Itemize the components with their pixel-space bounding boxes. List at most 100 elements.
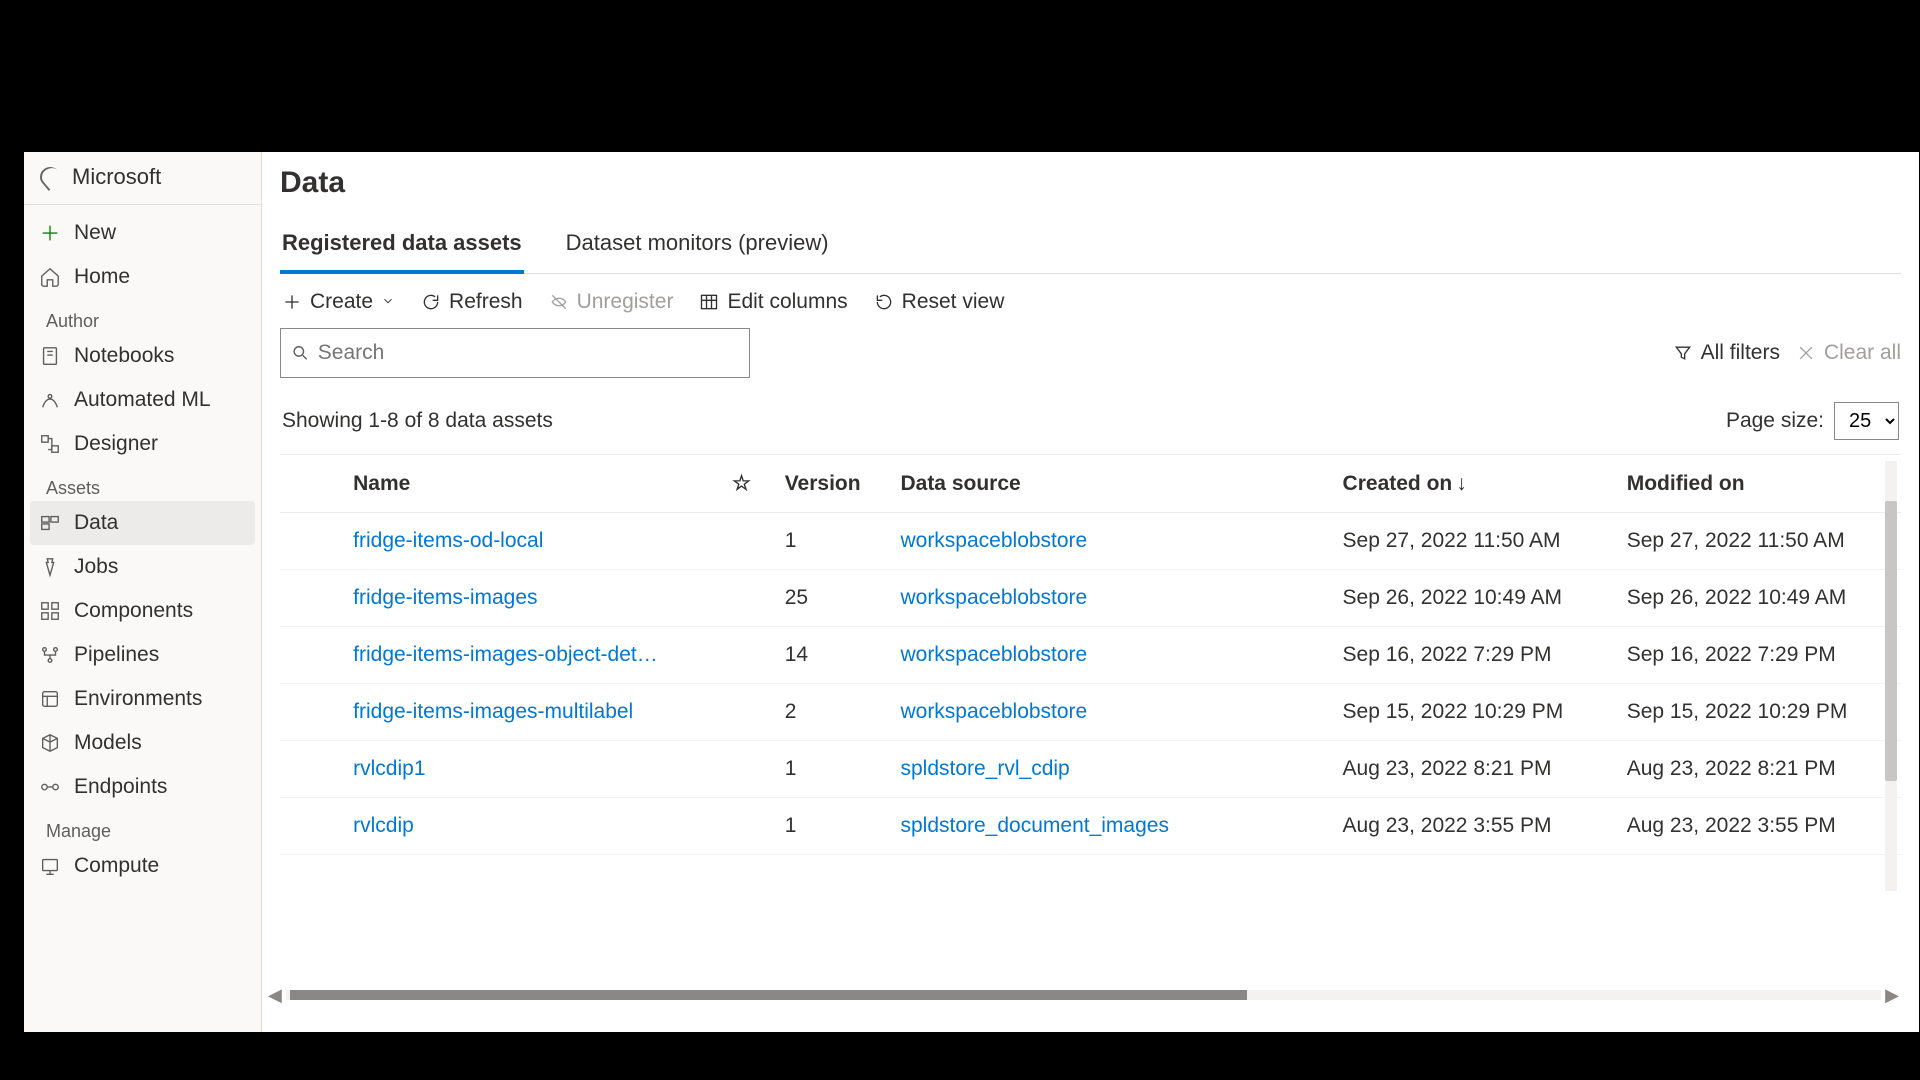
create-button[interactable]: Create (282, 290, 395, 314)
nav-compute[interactable]: Compute (24, 844, 261, 888)
asset-modified: Sep 15, 2022 10:29 PM (1617, 684, 1901, 741)
table-header-row: Name ☆ Version Data source Created on↓ M… (280, 455, 1901, 513)
results-summary: Showing 1-8 of 8 data assets (282, 409, 553, 433)
horizontal-scrollbar[interactable]: ◀ ▶ (268, 988, 1899, 1002)
asset-modified: Sep 16, 2022 7:29 PM (1617, 627, 1901, 684)
table-row[interactable]: rvlcdip 1 spldstore_document_images Aug 23,… (280, 798, 1901, 855)
col-name[interactable]: Name (343, 455, 722, 513)
table-row[interactable]: fridge-items-images 25 workspaceblobstore S… (280, 570, 1901, 627)
close-icon (1796, 343, 1816, 363)
asset-created: Aug 23, 2022 3:55 PM (1333, 798, 1617, 855)
refresh-button[interactable]: Refresh (421, 290, 523, 314)
models-icon (38, 732, 62, 754)
plus-icon (38, 222, 62, 244)
asset-created: Aug 23, 2022 8:21 PM (1333, 741, 1617, 798)
col-data-source[interactable]: Data source (890, 455, 1332, 513)
data-icon (38, 512, 62, 534)
page-size-label: Page size: (1726, 409, 1824, 433)
all-filters-button[interactable]: All filters (1673, 341, 1780, 365)
data-source-link[interactable]: workspaceblobstore (900, 700, 1087, 723)
search-box[interactable] (280, 328, 750, 378)
search-input[interactable] (318, 341, 739, 365)
chevron-down-icon (381, 290, 395, 314)
asset-created: Sep 15, 2022 10:29 PM (1333, 684, 1617, 741)
asset-name-link[interactable]: fridge-items-images-object-det… (353, 643, 658, 666)
section-assets: Assets (24, 466, 261, 501)
nav-data[interactable]: Data (30, 501, 255, 545)
section-manage: Manage (24, 809, 261, 844)
nav-environments[interactable]: Environments (24, 677, 261, 721)
table-row[interactable]: fridge-items-images-multilabel 2 workspace… (280, 684, 1901, 741)
tab-dataset-monitors[interactable]: Dataset monitors (preview) (564, 218, 831, 273)
nav-endpoints[interactable]: Endpoints (24, 765, 261, 809)
scroll-left-icon: ◀ (268, 985, 282, 1006)
home-icon (38, 266, 62, 288)
jobs-icon (38, 556, 62, 578)
automl-icon (38, 389, 62, 411)
clear-all-button[interactable]: Clear all (1796, 341, 1901, 365)
nav-automl[interactable]: Automated ML (24, 378, 261, 422)
vertical-scrollbar[interactable] (1885, 461, 1897, 891)
nav-home[interactable]: Home (24, 255, 261, 299)
filter-icon (1673, 343, 1693, 363)
data-source-link[interactable]: spldstore_document_images (900, 814, 1169, 837)
asset-version: 14 (775, 627, 891, 684)
table-row[interactable]: fridge-items-images-object-det… 14 workspa… (280, 627, 1901, 684)
asset-version: 2 (775, 684, 891, 741)
asset-name-link[interactable]: fridge-items-images-multilabel (353, 700, 633, 723)
col-modified-on[interactable]: Modified on (1617, 455, 1901, 513)
search-icon (291, 343, 310, 363)
data-source-link[interactable]: workspaceblobstore (900, 643, 1087, 666)
col-created-on[interactable]: Created on↓ (1333, 455, 1617, 513)
nav-pipelines[interactable]: Pipelines (24, 633, 261, 677)
asset-name-link[interactable]: rvlcdip (353, 814, 414, 837)
workspace-name: Microsoft (72, 164, 161, 190)
table-row[interactable]: rvlcdip11spldstore_rvl_cdipAug 23, 2022 … (280, 741, 1901, 798)
refresh-icon (421, 292, 441, 312)
asset-created: Sep 16, 2022 7:29 PM (1333, 627, 1617, 684)
star-icon: ☆ (732, 472, 751, 495)
asset-modified: Sep 26, 2022 10:49 AM (1617, 570, 1901, 627)
page-title: Data (280, 166, 1901, 200)
asset-created: Sep 26, 2022 10:49 AM (1333, 570, 1617, 627)
asset-modified: Sep 27, 2022 11:50 AM (1617, 513, 1901, 570)
asset-version: 25 (775, 570, 891, 627)
page-size-select[interactable]: 25 (1834, 402, 1899, 440)
sidebar: Microsoft New Home Author Notebooks Auto… (24, 152, 262, 1032)
asset-version: 1 (775, 513, 891, 570)
main-content: Data Registered data assets Dataset moni… (262, 152, 1919, 1032)
notebook-icon (38, 345, 62, 367)
asset-version: 1 (775, 798, 891, 855)
asset-name-link[interactable]: fridge-items-images (353, 586, 537, 609)
tab-registered-data-assets[interactable]: Registered data assets (280, 218, 524, 274)
col-version[interactable]: Version (775, 455, 891, 513)
plus-icon (282, 292, 302, 312)
nav-models[interactable]: Models (24, 721, 261, 765)
nav-notebooks[interactable]: Notebooks (24, 334, 261, 378)
nav-designer[interactable]: Designer (24, 422, 261, 466)
endpoints-icon (38, 776, 62, 798)
workspace-switcher[interactable]: Microsoft (24, 154, 261, 204)
col-favorite[interactable]: ☆ (722, 455, 775, 513)
data-source-link[interactable]: spldstore_rvl_cdip (900, 757, 1069, 780)
data-source-link[interactable]: workspaceblobstore (900, 586, 1087, 609)
asset-name-link[interactable]: fridge-items-od-local (353, 529, 543, 552)
pipelines-icon (38, 644, 62, 666)
components-icon (38, 600, 62, 622)
section-author: Author (24, 299, 261, 334)
edit-columns-button[interactable]: Edit columns (699, 290, 847, 314)
data-source-link[interactable]: workspaceblobstore (900, 529, 1087, 552)
reset-view-button[interactable]: Reset view (874, 290, 1005, 314)
data-assets-table: Name ☆ Version Data source Created on↓ M… (280, 454, 1901, 1032)
environments-icon (38, 688, 62, 710)
nav-components[interactable]: Components (24, 589, 261, 633)
table-row[interactable]: fridge-items-od-local 1 workspaceblobstore… (280, 513, 1901, 570)
unregister-button[interactable]: Unregister (549, 290, 674, 314)
back-icon (38, 167, 62, 187)
asset-name-link[interactable]: rvlcdip1 (353, 757, 425, 780)
unregister-icon (549, 292, 569, 312)
tabs: Registered data assets Dataset monitors … (280, 218, 1901, 274)
sort-desc-icon: ↓ (1456, 472, 1467, 495)
nav-new[interactable]: New (24, 211, 261, 255)
nav-jobs[interactable]: Jobs (24, 545, 261, 589)
